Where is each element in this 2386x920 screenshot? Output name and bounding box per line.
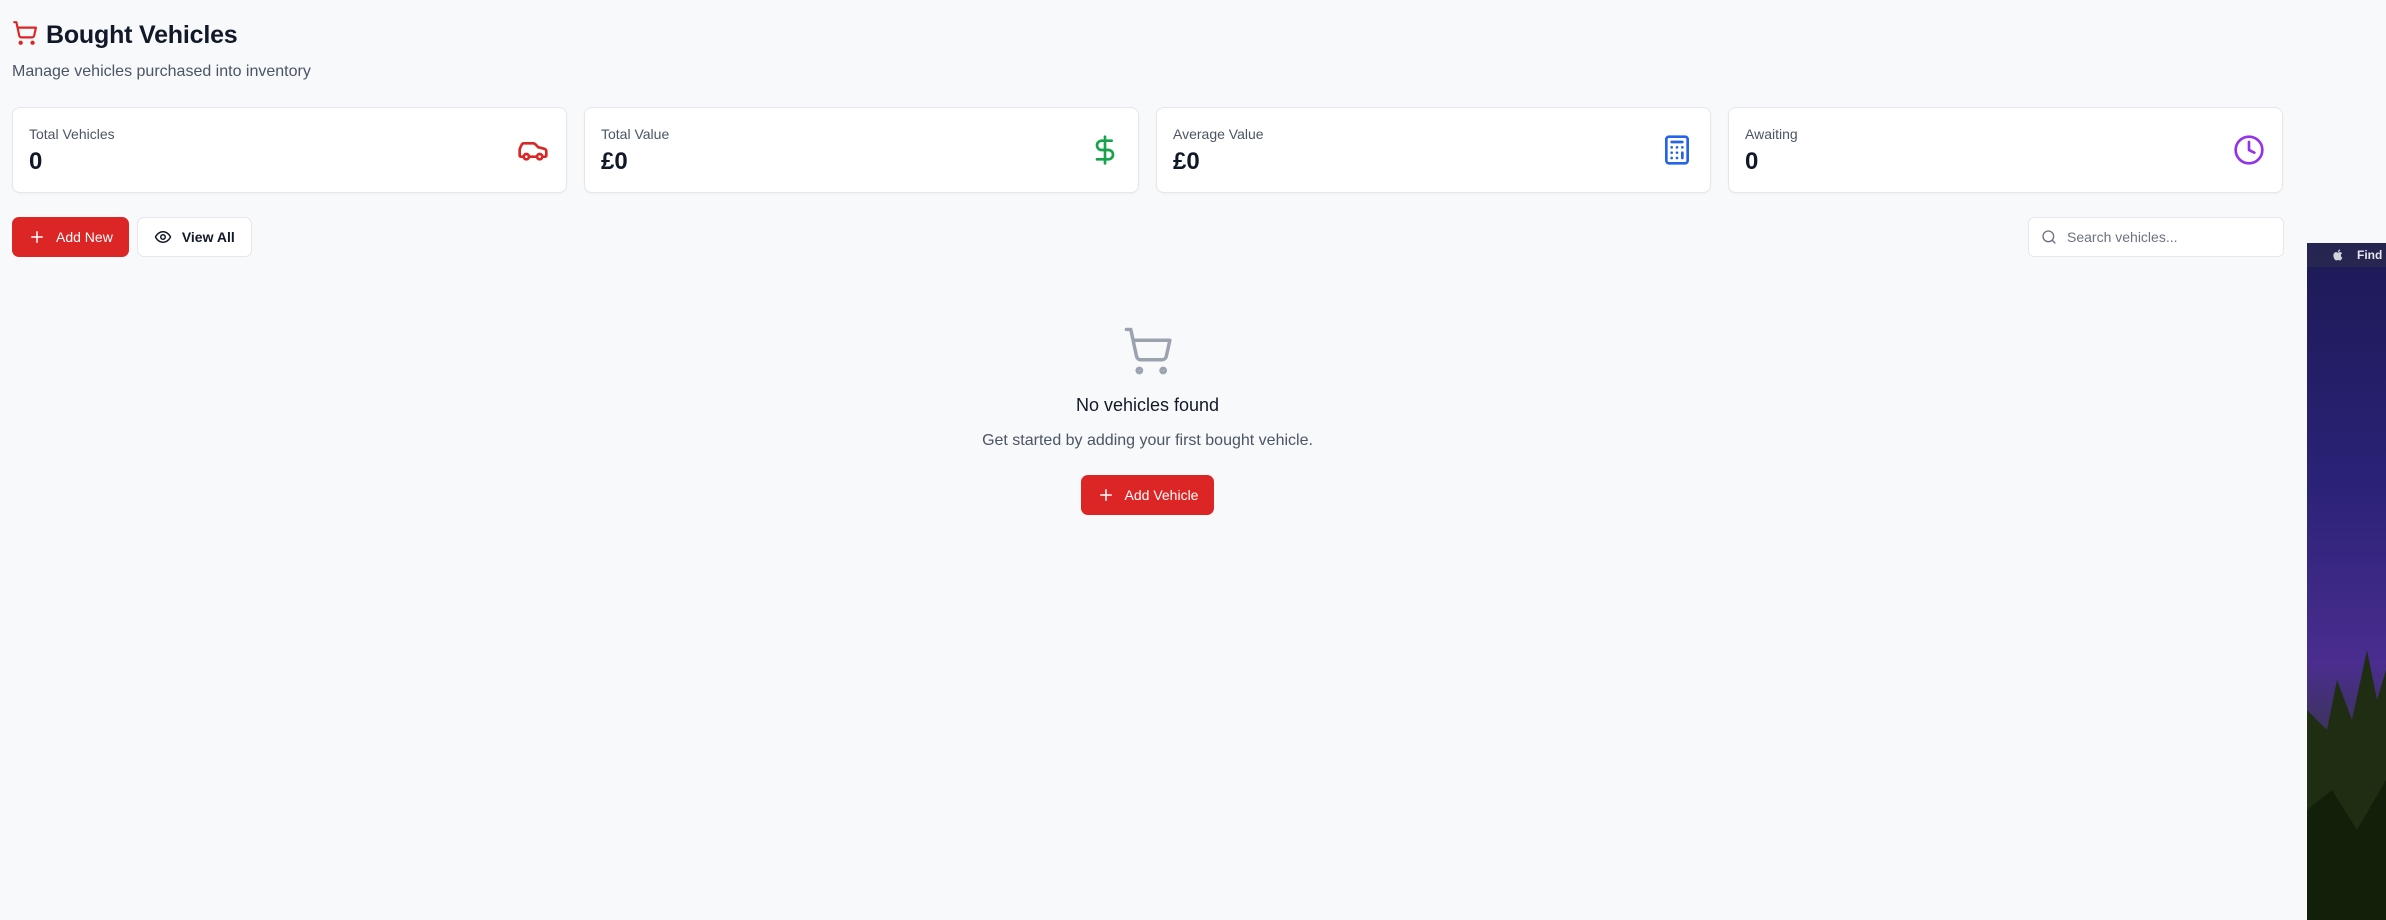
menubar-app-name[interactable]: Find bbox=[2357, 248, 2382, 262]
plus-icon bbox=[1099, 489, 1112, 501]
empty-state: No vehicles found Get started by adding … bbox=[0, 325, 2295, 515]
car-icon bbox=[518, 142, 548, 161]
stat-label: Average Value bbox=[1173, 126, 1264, 142]
macos-menubar: Find bbox=[2307, 243, 2386, 267]
stat-card-total-vehicles: Total Vehicles 0 bbox=[12, 107, 567, 193]
plus-icon bbox=[31, 231, 43, 243]
stat-label: Total Vehicles bbox=[29, 126, 115, 142]
eye-icon bbox=[154, 231, 172, 243]
stats-row: Total Vehicles 0 Total Value £0 Average … bbox=[12, 107, 2283, 193]
wallpaper-trees bbox=[2307, 650, 2386, 920]
add-vehicle-label: Add Vehicle bbox=[1124, 487, 1199, 503]
stat-label: Awaiting bbox=[1745, 126, 1798, 142]
page-subtitle: Manage vehicles purchased into inventory bbox=[12, 63, 311, 80]
clock-icon bbox=[2234, 135, 2264, 165]
page-header: Bought Vehicles Manage vehicles purchase… bbox=[12, 20, 311, 81]
shopping-cart-icon bbox=[1124, 327, 1172, 375]
stat-card-average-value: Average Value £0 bbox=[1156, 107, 1711, 193]
add-new-button[interactable]: Add New bbox=[12, 217, 129, 257]
stat-value: 0 bbox=[1745, 148, 1759, 175]
search-icon bbox=[2042, 230, 2056, 244]
shopping-cart-icon bbox=[12, 20, 38, 51]
view-all-button[interactable]: View All bbox=[136, 217, 252, 257]
view-all-label: View All bbox=[181, 229, 235, 245]
stat-value: £0 bbox=[601, 148, 628, 175]
apple-logo-icon[interactable] bbox=[2332, 248, 2345, 262]
stat-value: £0 bbox=[1173, 148, 1200, 175]
stat-card-awaiting: Awaiting 0 bbox=[1728, 107, 2283, 193]
stat-card-total-value: Total Value £0 bbox=[584, 107, 1139, 193]
stat-value: 0 bbox=[29, 148, 43, 175]
empty-state-title: No vehicles found bbox=[1075, 395, 1220, 415]
empty-state-text: Get started by adding your first bought … bbox=[982, 432, 1313, 449]
add-new-label: Add New bbox=[56, 229, 113, 245]
search-box bbox=[2028, 217, 2284, 257]
app-window: Bought Vehicles Manage vehicles purchase… bbox=[0, 0, 2307, 920]
toolbar: Add New View All bbox=[12, 217, 252, 257]
stat-label: Total Value bbox=[601, 126, 670, 142]
dollar-sign-icon bbox=[1095, 135, 1115, 165]
search-input[interactable] bbox=[2067, 229, 2267, 245]
desktop-background: Find bbox=[2307, 243, 2386, 920]
add-vehicle-button[interactable]: Add Vehicle bbox=[1080, 475, 1215, 515]
page-title: Bought Vehicles bbox=[46, 21, 238, 49]
calculator-icon bbox=[1665, 135, 1689, 165]
title-row: Bought Vehicles bbox=[12, 20, 311, 51]
